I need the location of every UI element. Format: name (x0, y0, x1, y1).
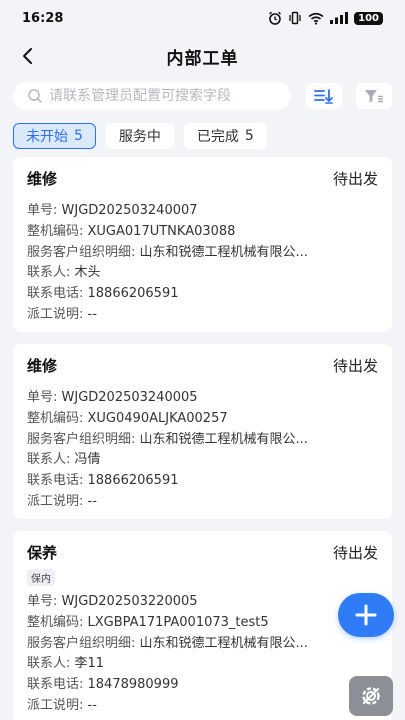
dispatch-note-row: 派工说明: -- (27, 306, 97, 322)
tab-count: 5 (244, 128, 254, 144)
battery-indicator: 100 (354, 11, 383, 25)
vibrate-icon (289, 11, 301, 25)
order-card[interactable]: 保养 待出发 保内 单号: WJGD202503220005 整机编码: LXG… (13, 531, 392, 720)
signal-icon (330, 12, 349, 24)
status-icons: 100 (268, 11, 383, 25)
dispatch-note-row: 派工说明: -- (27, 697, 97, 713)
wifi-icon (308, 12, 324, 25)
order-status: 待出发 (332, 169, 378, 188)
tab-label: 已完成 (196, 129, 239, 145)
tab-count: 5 (74, 128, 83, 144)
order-number-row: 单号: WJGD202503240005 (27, 390, 198, 405)
search-row (13, 82, 393, 110)
order-number-row: 单号: WJGD202503220005 (27, 594, 198, 609)
order-details: 单号: WJGD202503220005 整机编码: LXGBPA171PA00… (27, 592, 378, 717)
tab-completed[interactable]: 已完成 5 (183, 123, 267, 149)
phone-row: 联系电话: 18866206591 (27, 286, 179, 302)
machine-code-row: 整机编码: LXGBPA171PA001073_test5 (27, 614, 269, 630)
floating-settings-button[interactable] (349, 676, 393, 716)
contact-row: 联系人: 木头 (27, 265, 101, 281)
gear-icon (362, 687, 380, 705)
filter-icon (365, 90, 383, 103)
search-input[interactable] (49, 88, 279, 104)
order-card[interactable]: 维修 待出发 单号: WJGD202503240007 整机编码: XUGA01… (13, 157, 392, 332)
contact-row: 联系人: 李11 (27, 656, 105, 672)
order-type: 保养 (27, 543, 58, 562)
order-type: 维修 (27, 356, 58, 375)
back-button[interactable] (16, 44, 40, 68)
phone-row: 联系电话: 18478980999 (27, 677, 179, 693)
status-time: 16:28 (22, 10, 64, 26)
order-number-row: 单号: WJGD202503240007 (27, 203, 198, 218)
customer-org-row: 服务客户组织明细: 山东和锐德工程机械有限公... (27, 635, 308, 651)
tab-not-started[interactable]: 未开始 5 (13, 123, 96, 149)
order-card[interactable]: 维修 待出发 单号: WJGD202503240005 整机编码: XUG049… (13, 344, 392, 519)
order-details: 单号: WJGD202503240005 整机编码: XUG0490ALJKA0… (27, 388, 378, 513)
order-details: 单号: WJGD202503240007 整机编码: XUGA017UTNKA0… (27, 201, 378, 326)
card-header: 维修 待出发 (27, 167, 378, 189)
tab-in-service[interactable]: 服务中 (105, 123, 174, 149)
status-bar: 16:28 100 (0, 0, 405, 36)
machine-code-row: 整机编码: XUGA017UTNKA03088 (27, 223, 236, 239)
add-order-button[interactable] (338, 593, 394, 637)
contact-row: 联系人: 冯倩 (27, 452, 101, 468)
chevron-left-icon (23, 48, 32, 64)
sort-button[interactable] (306, 83, 342, 109)
search-box[interactable] (13, 82, 291, 110)
phone-row: 联系电话: 18866206591 (27, 473, 179, 489)
tab-label: 未开始 (26, 129, 68, 145)
warranty-tag: 保内 (27, 569, 55, 586)
tab-label: 服务中 (118, 129, 161, 145)
filter-button[interactable] (356, 83, 392, 109)
order-status: 待出发 (332, 543, 378, 562)
order-type: 维修 (27, 169, 58, 188)
machine-code-row: 整机编码: XUG0490ALJKA00257 (27, 410, 228, 426)
plus-icon (355, 604, 377, 626)
order-status: 待出发 (332, 356, 378, 375)
search-icon (28, 89, 42, 103)
status-tabs: 未开始 5 服务中 已完成 5 (13, 123, 267, 149)
card-header: 保养 待出发 (27, 541, 378, 563)
alarm-icon (269, 11, 282, 25)
customer-org-row: 服务客户组织明细: 山东和锐德工程机械有限公... (27, 244, 308, 260)
card-header: 维修 待出发 (27, 354, 378, 376)
dispatch-note-row: 派工说明: -- (27, 493, 97, 509)
page-title: 内部工单 (166, 48, 239, 69)
customer-org-row: 服务客户组织明细: 山东和锐德工程机械有限公... (27, 431, 308, 447)
page-header: 内部工单 (0, 36, 405, 76)
sort-icon (314, 89, 333, 104)
